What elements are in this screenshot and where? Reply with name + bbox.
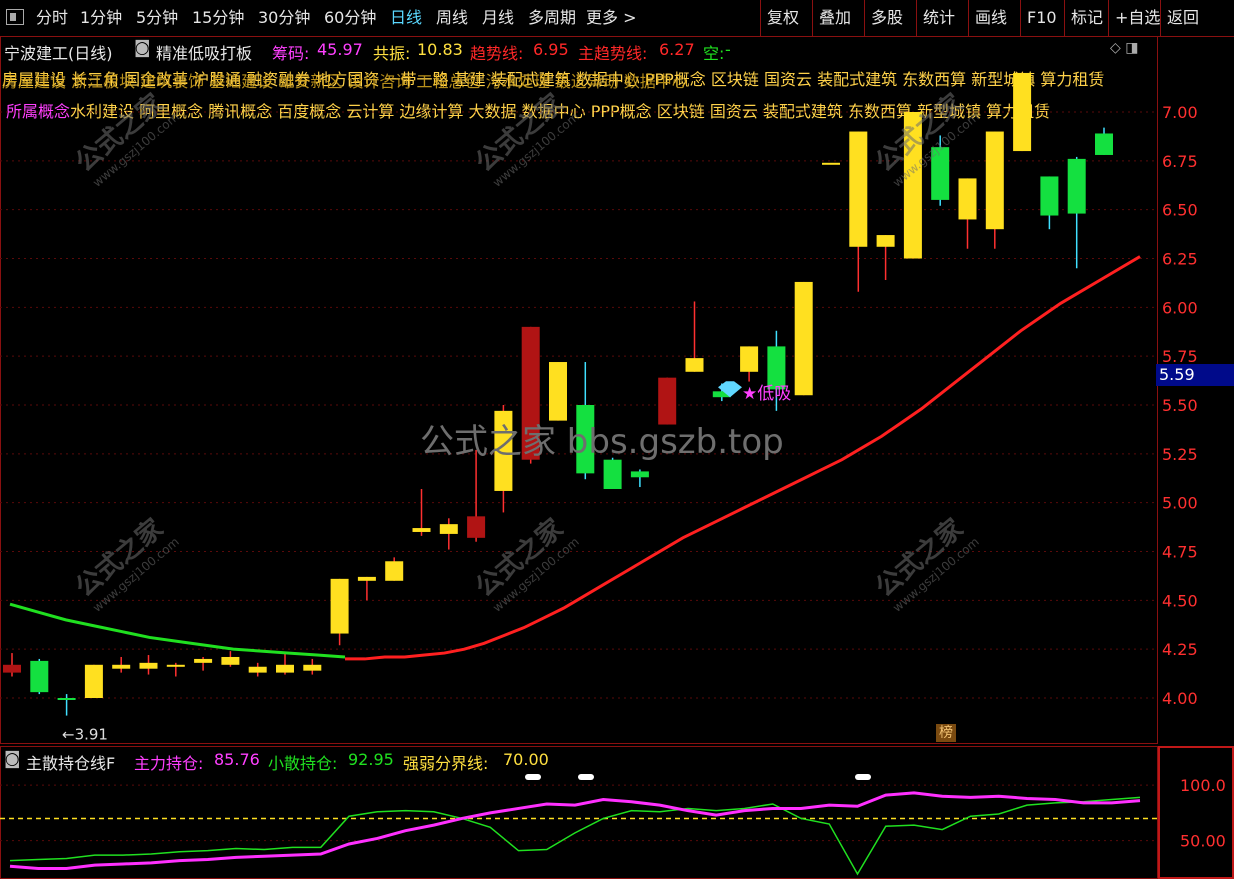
period-tab-1[interactable]: 1分钟 <box>80 0 122 36</box>
candle-body <box>685 358 704 372</box>
candle-body <box>139 662 158 669</box>
boundary-value: 70.00 <box>503 750 549 769</box>
candle-body <box>221 656 240 665</box>
candle-body <box>767 346 786 390</box>
period-tab-3[interactable]: 15分钟 <box>192 0 244 36</box>
price-tick-label: 7.00 <box>1162 103 1198 122</box>
candle-body <box>385 561 404 581</box>
current-price-tag: 5.59 <box>1156 364 1234 386</box>
tool-button-8[interactable]: 返回 <box>1160 0 1215 36</box>
candle-body <box>276 664 294 673</box>
indicator-marker <box>525 774 541 780</box>
price-tick-label: 4.00 <box>1162 689 1198 708</box>
tool-button-1[interactable]: 叠加 <box>812 0 869 36</box>
candle-body <box>985 131 1004 230</box>
price-tick-label: 4.50 <box>1162 591 1198 610</box>
price-tick-label: 6.75 <box>1162 152 1198 171</box>
indicator-tick-label: 100.0 <box>1180 776 1226 795</box>
candle-body <box>794 281 813 396</box>
tool-button-4[interactable]: 画线 <box>968 0 1025 36</box>
retail-holding-line <box>9 796 1141 876</box>
candle-body <box>849 131 868 247</box>
bang-badge[interactable]: 榜 <box>936 724 956 742</box>
period-tab-0[interactable]: 分时 <box>36 0 68 36</box>
candle-body <box>1067 158 1086 214</box>
candle-body <box>330 578 349 634</box>
candle-body <box>84 664 103 698</box>
price-tick-label: 6.00 <box>1162 298 1198 317</box>
candle-body <box>1095 133 1113 155</box>
price-tick-label: 5.25 <box>1162 445 1198 464</box>
candle-body <box>303 664 322 671</box>
price-tick-label: 4.25 <box>1162 640 1198 659</box>
period-tab-7[interactable]: 周线 <box>436 0 468 36</box>
retail-holding-label: 小散持仓: <box>268 754 338 773</box>
candle-body <box>630 471 649 478</box>
tool-button-7[interactable]: +自选 <box>1108 0 1165 36</box>
tool-button-3[interactable]: 统计 <box>916 0 973 36</box>
candle-body <box>412 528 431 532</box>
candlestick-chart: 7.006.756.506.256.005.755.505.255.004.75… <box>0 72 1198 744</box>
period-tab-6[interactable]: 日线 <box>390 0 422 36</box>
price-tick-label: 6.50 <box>1162 201 1198 220</box>
candle-body <box>740 346 759 372</box>
candle-body <box>30 660 49 693</box>
candle-body <box>3 664 21 673</box>
period-tab-10[interactable]: 更多 > <box>586 0 637 36</box>
period-tab-5[interactable]: 60分钟 <box>324 0 376 36</box>
candle-body <box>166 664 185 667</box>
period-tab-4[interactable]: 30分钟 <box>258 0 310 36</box>
tool-button-0[interactable]: 复权 <box>760 0 817 36</box>
retail-holding-value: 92.95 <box>348 750 394 769</box>
candle-body <box>822 162 840 165</box>
period-tab-9[interactable]: 多周期 <box>528 0 576 36</box>
tool-button-2[interactable]: 多股 <box>864 0 921 36</box>
candle-body <box>1013 72 1032 152</box>
menu-icon[interactable] <box>6 9 24 25</box>
candle-body <box>549 362 567 421</box>
indicator-tick-label: 50.00 <box>1180 832 1226 851</box>
price-tick-label: 6.25 <box>1162 250 1198 269</box>
main-holding-label: 主力持仓: <box>134 754 204 773</box>
candle-body <box>603 459 622 489</box>
period-tab-8[interactable]: 月线 <box>482 0 514 36</box>
main-holding-value: 85.76 <box>214 750 260 769</box>
candle-body <box>112 664 131 669</box>
tool-button-6[interactable]: 标记 <box>1064 0 1113 36</box>
candle-body <box>248 666 267 673</box>
price-tick-label: 5.00 <box>1162 494 1198 513</box>
candle-body <box>439 524 458 534</box>
period-tab-2[interactable]: 5分钟 <box>136 0 178 36</box>
low-price-marker: ←3.91 <box>62 726 108 744</box>
boundary-label: 强弱分界线: <box>403 754 489 773</box>
candle-body <box>357 576 376 581</box>
indicator-title: 主散持仓线F <box>26 754 116 773</box>
candle-body <box>57 698 76 700</box>
tool-button-5[interactable]: F10 <box>1020 0 1069 36</box>
candle-body <box>958 178 977 220</box>
indicator-marker <box>855 774 871 780</box>
candle-body <box>1040 176 1059 216</box>
candle-body <box>194 658 213 663</box>
main-holding-line <box>9 791 1141 870</box>
indicator-settings-icon[interactable]: ◙ <box>4 749 21 769</box>
watermark-text: 公式之家 bbs.gszb.top <box>420 422 784 462</box>
price-tick-label: 5.50 <box>1162 396 1198 415</box>
candle-body <box>876 235 895 247</box>
dixi-signal-label: ★低吸 <box>742 384 791 404</box>
price-tick-label: 4.75 <box>1162 543 1198 562</box>
candle-body <box>467 516 486 538</box>
indicator-marker <box>578 774 594 780</box>
toolbar: 分时 1分钟 5分钟 15分钟 30分钟 60分钟 日线 周线 月线 多周期 更多 > 复权 叠加 多股… <box>0 0 1234 37</box>
